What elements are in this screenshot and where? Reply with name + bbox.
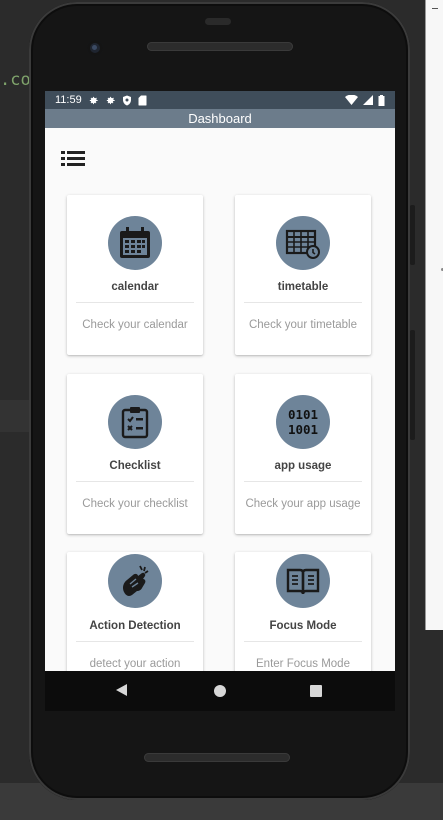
menu-list-icon[interactable] bbox=[61, 148, 87, 168]
calendar-card[interactable]: calendar Check your calendar bbox=[67, 195, 203, 355]
card-divider bbox=[76, 641, 194, 642]
recents-icon[interactable] bbox=[310, 685, 322, 697]
card-title: timetable bbox=[277, 281, 329, 293]
card-divider bbox=[76, 481, 194, 482]
navigation-bar bbox=[45, 671, 395, 711]
card-description: detect your action bbox=[89, 658, 181, 670]
card-description: Check your app usage bbox=[245, 498, 361, 510]
card-divider bbox=[244, 481, 362, 482]
volume-button[interactable] bbox=[410, 330, 415, 440]
card-description: Check your calendar bbox=[82, 319, 188, 331]
card-divider bbox=[244, 641, 362, 642]
app-screen: 11:59 Dashboard calendar Check your cale… bbox=[45, 91, 395, 671]
settings-notification-icon bbox=[89, 96, 98, 104]
power-button[interactable] bbox=[410, 205, 415, 265]
app-bar: Dashboard bbox=[45, 109, 395, 128]
calendar-icon bbox=[108, 216, 162, 270]
binary-line-1: 0101 bbox=[287, 407, 319, 422]
sd-card-icon bbox=[138, 95, 147, 105]
battery-icon bbox=[378, 94, 385, 106]
back-icon[interactable] bbox=[116, 684, 127, 696]
checklist-card[interactable]: Checklist Check your checklist bbox=[67, 374, 203, 534]
ide-side-panel bbox=[425, 0, 443, 630]
card-title: calendar bbox=[111, 281, 159, 293]
action-detection-icon bbox=[108, 554, 162, 608]
status-bar: 11:59 bbox=[45, 91, 395, 109]
front-camera-icon bbox=[87, 40, 103, 56]
book-icon bbox=[276, 554, 330, 608]
card-description: Check your timetable bbox=[248, 319, 358, 331]
app-usage-card[interactable]: 0101 1001 app usage Check your app usage bbox=[235, 374, 371, 534]
card-title: Focus Mode bbox=[269, 620, 337, 632]
card-description: Check your checklist bbox=[82, 498, 188, 510]
wifi-icon bbox=[345, 95, 358, 105]
binary-icon: 0101 1001 bbox=[276, 395, 330, 449]
timetable-icon bbox=[276, 216, 330, 270]
top-speaker bbox=[147, 42, 293, 51]
action-detection-card[interactable]: Action Detection detect your action bbox=[67, 552, 203, 671]
card-divider bbox=[76, 302, 194, 303]
earpiece bbox=[205, 18, 231, 25]
checklist-icon bbox=[108, 395, 162, 449]
ide-panel-mark bbox=[432, 8, 438, 9]
focus-mode-card[interactable]: Focus Mode Enter Focus Mode bbox=[235, 552, 371, 671]
card-title: Checklist bbox=[109, 460, 161, 472]
card-divider bbox=[244, 302, 362, 303]
signal-icon bbox=[363, 95, 373, 105]
card-title: Action Detection bbox=[89, 620, 181, 632]
binary-line-2: 1001 bbox=[287, 422, 319, 437]
ide-code-fragment: .co bbox=[0, 70, 31, 90]
card-title: app usage bbox=[274, 460, 332, 472]
timetable-card[interactable]: timetable Check your timetable bbox=[235, 195, 371, 355]
status-time: 11:59 bbox=[55, 94, 82, 106]
app-bar-title: Dashboard bbox=[188, 111, 252, 126]
bottom-speaker bbox=[144, 753, 290, 762]
settings-notification-icon-2 bbox=[106, 96, 115, 104]
shield-icon bbox=[122, 95, 131, 105]
home-icon[interactable] bbox=[214, 685, 226, 697]
card-description: Enter Focus Mode bbox=[256, 658, 350, 670]
